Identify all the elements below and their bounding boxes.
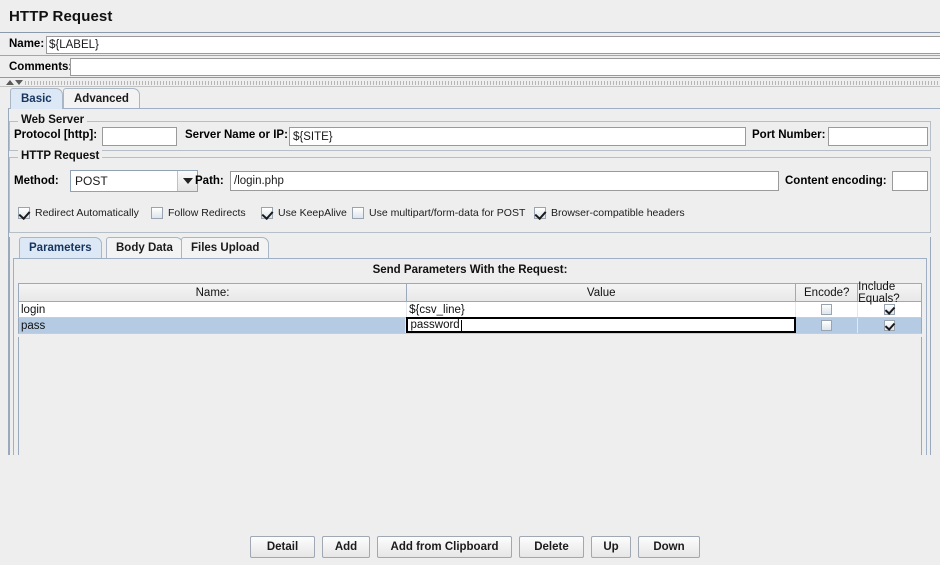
- checkbox-box-icon[interactable]: [18, 207, 30, 219]
- protocol-label: Protocol [http]:: [14, 129, 98, 141]
- comments-label: Comments:: [9, 61, 73, 73]
- send-parameters-title: Send Parameters With the Request:: [372, 264, 568, 276]
- method-label: Method:: [14, 175, 59, 187]
- up-button[interactable]: Up: [591, 536, 631, 558]
- http-request-group-label: HTTP Request: [18, 150, 103, 162]
- method-selected-value: POST: [75, 174, 108, 188]
- table-row[interactable]: login ${csv_line}: [18, 302, 922, 318]
- panel-title-bar: HTTP Request: [0, 0, 940, 33]
- cell-value-text: password: [410, 319, 460, 331]
- checkbox-label: Follow Redirects: [168, 207, 246, 219]
- cell-encode[interactable]: [796, 318, 859, 333]
- divider-grip: [25, 81, 940, 85]
- checkbox-use-keepalive[interactable]: Use KeepAlive: [261, 205, 347, 221]
- checkbox-follow-redirects[interactable]: Follow Redirects: [151, 205, 246, 221]
- comments-row: Comments:: [0, 57, 940, 78]
- server-name-input[interactable]: [289, 127, 746, 146]
- port-number-input[interactable]: [828, 127, 928, 146]
- checkbox-label: Use multipart/form-data for POST: [369, 207, 526, 219]
- checkbox-encode-icon[interactable]: [821, 304, 833, 315]
- name-input[interactable]: [46, 36, 940, 54]
- checkbox-box-icon[interactable]: [151, 207, 163, 219]
- checkbox-include-equals-icon[interactable]: [884, 320, 896, 331]
- cell-value[interactable]: ${csv_line}: [407, 302, 797, 317]
- collapse-up-icon[interactable]: [6, 80, 14, 85]
- cell-include-equals[interactable]: [858, 302, 921, 317]
- checkbox-box-icon[interactable]: [261, 207, 273, 219]
- delete-button[interactable]: Delete: [519, 536, 584, 558]
- checkbox-box-icon[interactable]: [534, 207, 546, 219]
- checkbox-box-icon[interactable]: [352, 207, 364, 219]
- cell-name[interactable]: login: [19, 302, 408, 317]
- add-from-clipboard-button[interactable]: Add from Clipboard: [377, 536, 512, 558]
- http-request-panel: HTTP Request Name: Comments: Basic Advan…: [0, 0, 940, 565]
- column-header-value[interactable]: Value: [407, 284, 797, 301]
- checkbox-encode-icon[interactable]: [821, 320, 833, 331]
- action-button-bar: Detail Add Add from Clipboard Delete Up …: [0, 455, 940, 565]
- checkbox-include-equals-icon[interactable]: [884, 304, 896, 315]
- tab-body-data[interactable]: Body Data: [106, 237, 183, 258]
- checkbox-label: Use KeepAlive: [278, 207, 347, 219]
- column-header-encode[interactable]: Encode?: [796, 284, 859, 301]
- checkbox-label: Redirect Automatically: [35, 207, 139, 219]
- protocol-input[interactable]: [102, 127, 177, 146]
- tab-advanced[interactable]: Advanced: [63, 88, 140, 109]
- checkbox-use-multipart-form-data[interactable]: Use multipart/form-data for POST: [352, 205, 525, 221]
- value-cell-input-wrapper[interactable]: password: [406, 317, 797, 333]
- chevron-down-icon[interactable]: [177, 171, 197, 191]
- http-request-group: HTTP Request Method: POST Path: Content …: [9, 150, 931, 233]
- comments-input[interactable]: [70, 58, 940, 76]
- web-server-group: Web Server Protocol [http]: Server Name …: [9, 114, 931, 151]
- content-encoding-input[interactable]: [892, 171, 928, 191]
- page-title: HTTP Request: [9, 8, 113, 25]
- path-label: Path:: [195, 175, 224, 187]
- parameters-table: Name: Value Encode? Include Equals? logi…: [18, 281, 922, 334]
- method-dropdown[interactable]: POST: [70, 170, 198, 192]
- tab-basic[interactable]: Basic: [10, 88, 63, 109]
- collapse-down-icon[interactable]: [15, 80, 23, 85]
- path-input[interactable]: [230, 171, 779, 191]
- web-server-group-label: Web Server: [18, 114, 88, 126]
- checkbox-redirect-automatically[interactable]: Redirect Automatically: [18, 205, 139, 221]
- split-pane-divider[interactable]: [0, 79, 940, 87]
- detail-button[interactable]: Detail: [250, 536, 315, 558]
- cell-name[interactable]: pass: [19, 318, 407, 333]
- parameters-tab-strip: Parameters Body Data Files Upload: [13, 237, 927, 258]
- table-row[interactable]: pass password: [18, 317, 922, 334]
- port-number-label: Port Number:: [752, 129, 826, 141]
- checkbox-browser-compatible-headers[interactable]: Browser-compatible headers: [534, 205, 685, 221]
- server-name-label: Server Name or IP:: [185, 129, 288, 141]
- checkbox-label: Browser-compatible headers: [551, 207, 685, 219]
- column-header-name[interactable]: Name:: [19, 284, 408, 301]
- main-tab-strip: Basic Advanced: [0, 87, 940, 109]
- content-encoding-label: Content encoding:: [785, 175, 887, 187]
- name-label: Name:: [9, 38, 45, 50]
- add-button[interactable]: Add: [322, 536, 370, 558]
- name-row: Name:: [0, 34, 940, 56]
- cell-value-editor[interactable]: password: [406, 317, 797, 333]
- tab-files-upload[interactable]: Files Upload: [181, 237, 270, 258]
- text-caret: [460, 319, 462, 331]
- cell-include-equals[interactable]: [858, 318, 921, 333]
- tab-parameters[interactable]: Parameters: [19, 237, 102, 258]
- down-button[interactable]: Down: [638, 536, 700, 558]
- table-header-row: Name: Value Encode? Include Equals?: [18, 281, 922, 305]
- column-header-include-equals[interactable]: Include Equals?: [858, 281, 921, 305]
- cell-encode[interactable]: [796, 302, 859, 317]
